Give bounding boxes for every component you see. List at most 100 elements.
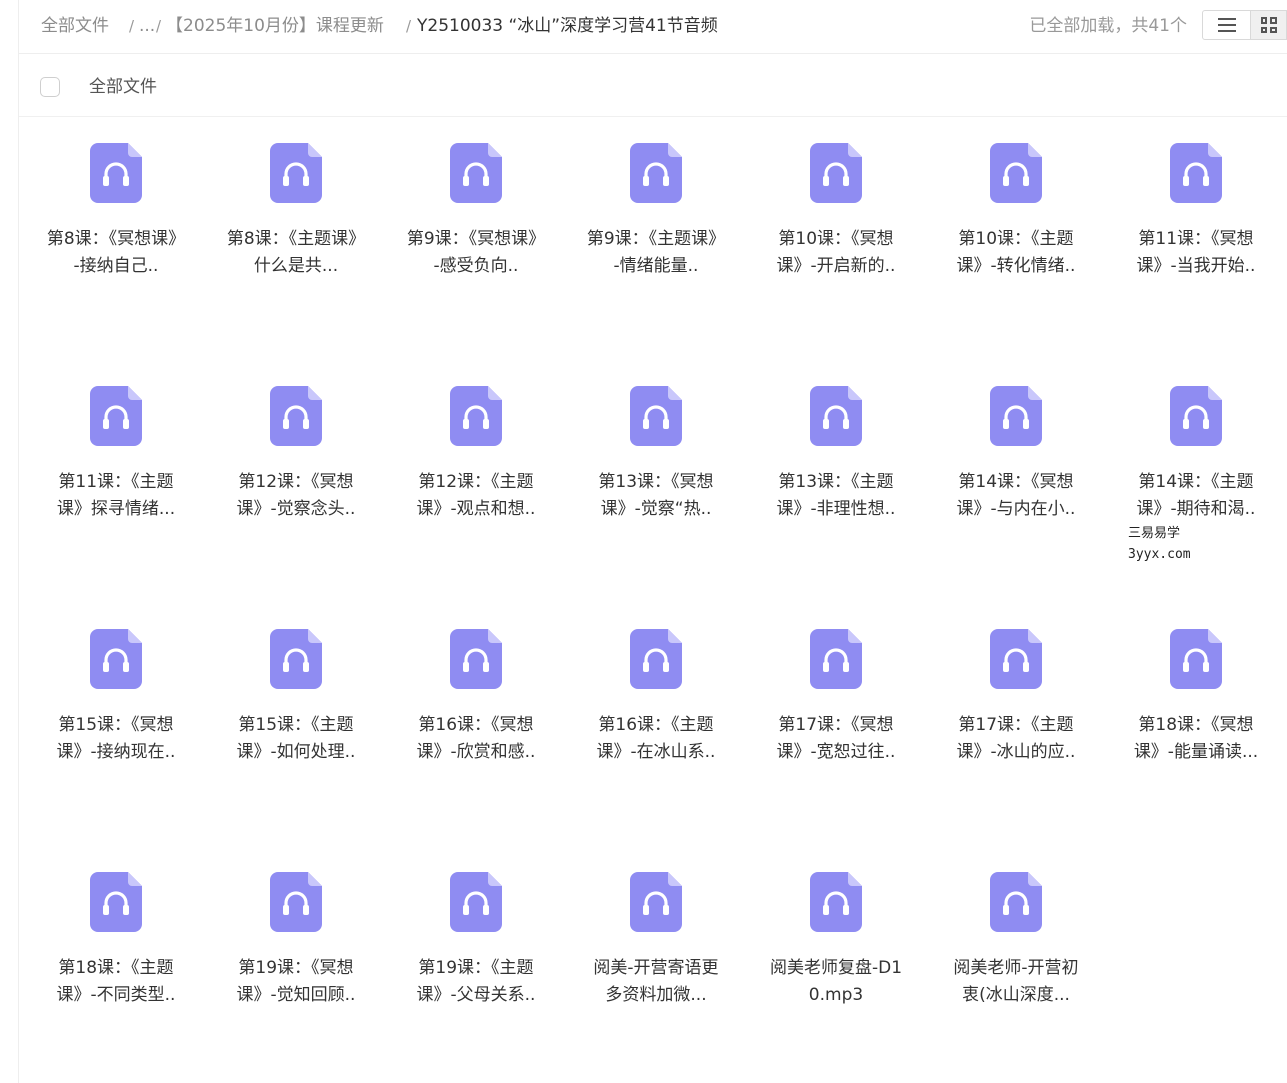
file-item[interactable]: 第10课：《主题课》-转化情绪.. [926,118,1106,318]
file-name: 第15课：《主题课》-如何处理.. [236,715,356,762]
file-item[interactable]: 阅美-开营寄语更多资料加微... [566,847,746,1047]
file-name: 第12课：《冥想课》-觉察念头.. [236,472,356,519]
grid-icon [1260,17,1277,33]
file-name: 第8课：《冥想课》-接纳自己.. [46,229,186,276]
file-name: 第12课：《主题课》-观点和想.. [416,472,536,519]
list-view-button[interactable] [1203,11,1251,39]
file-item[interactable]: 第19课：《冥想课》-觉知回顾.. [206,847,386,1047]
audio-file-icon [630,872,682,932]
file-item[interactable]: 第15课：《主题课》-如何处理.. [206,604,386,804]
breadcrumb-separator: / [406,17,412,35]
file-item[interactable]: 第16课：《主题课》-在冰山系.. [566,604,746,804]
file-item[interactable]: 第11课：《主题课》探寻情绪... [26,361,206,561]
file-name: 第9课：《冥想课》-感受负向.. [406,229,546,276]
audio-file-icon [270,143,322,203]
audio-file-icon [90,629,142,689]
breadcrumb-parent[interactable]: 【2025年10月份】课程更新 [166,14,384,38]
file-name: 第14课：《主题课》-期待和渴.. [1136,472,1256,519]
audio-file-icon [270,629,322,689]
file-name: 第13课：《冥想课》-觉察“热.. [598,472,714,519]
file-item[interactable]: 第18课：《冥想课》-能量诵读... [1106,604,1286,804]
file-name: 第15课：《冥想课》-接纳现在.. [56,715,176,762]
file-name: 阅美老师-开营初衷(冰山深度... [953,958,1079,1005]
file-name: 第13课：《主题课》-非理性想.. [776,472,896,519]
view-toggle [1202,10,1287,40]
file-name: 第19课：《冥想课》-觉知回顾.. [236,958,356,1005]
audio-file-icon [1170,629,1222,689]
file-item[interactable]: 第12课：《冥想课》-觉察念头.. [206,361,386,561]
file-name: 第8课：《主题课》什么是共... [226,229,366,276]
audio-file-icon [450,143,502,203]
file-item[interactable]: 第13课：《冥想课》-觉察“热.. [566,361,746,561]
audio-file-icon [990,629,1042,689]
file-name: 第11课：《主题课》探寻情绪... [56,472,176,519]
file-name: 第11课：《冥想课》-当我开始.. [1136,229,1256,276]
audio-file-icon [990,386,1042,446]
list-header-label: 全部文件 [89,77,157,97]
toolbar: 全部文件 / ... / 【2025年10月份】课程更新 / Y2510033 … [19,0,1287,54]
file-name: 第17课：《冥想课》-宽恕过往.. [776,715,896,762]
file-item[interactable]: 第10课：《冥想课》-开启新的.. [746,118,926,318]
watermark: 三易易学 3yyx.com [1128,523,1191,565]
audio-file-icon [270,386,322,446]
audio-file-icon [810,629,862,689]
left-border [18,0,19,1083]
file-item[interactable]: 第8课：《冥想课》-接纳自己.. [26,118,206,318]
audio-file-icon [810,143,862,203]
breadcrumb-separator: / [129,17,135,35]
file-name: 第18课：《冥想课》-能量诵读... [1133,715,1259,762]
file-name: 第19课：《主题课》-父母关系.. [416,958,536,1005]
file-item[interactable]: 第17课：《主题课》-冰山的应.. [926,604,1106,804]
file-item[interactable]: 第13课：《主题课》-非理性想.. [746,361,926,561]
file-item[interactable]: 第9课：《主题课》-情绪能量.. [566,118,746,318]
file-item[interactable]: 第18课：《主题课》-不同类型.. [26,847,206,1047]
audio-file-icon [630,386,682,446]
watermark-line2: 3yyx.com [1128,547,1191,562]
breadcrumb-ellipsis[interactable]: ... [139,14,155,38]
file-item[interactable]: 第17课：《冥想课》-宽恕过往.. [746,604,926,804]
file-item[interactable]: 第11课：《冥想课》-当我开始.. [1106,118,1286,318]
grid-view-button[interactable] [1251,11,1286,39]
audio-file-icon [1170,386,1222,446]
audio-file-icon [450,629,502,689]
file-name: 第10课：《主题课》-转化情绪.. [956,229,1076,276]
audio-file-icon [90,872,142,932]
select-all-checkbox[interactable] [40,77,60,97]
file-name: 阅美-开营寄语更多资料加微... [593,958,719,1005]
file-item[interactable]: 阅美老师复盘-D10.mp3 [746,847,926,1047]
file-item[interactable]: 第14课：《冥想课》-与内在小.. [926,361,1106,561]
audio-file-icon [990,143,1042,203]
file-name: 第10课：《冥想课》-开启新的.. [776,229,896,276]
list-icon [1217,18,1236,32]
audio-file-icon [990,872,1042,932]
file-item[interactable]: 第19课：《主题课》-父母关系.. [386,847,566,1047]
file-name: 第17课：《主题课》-冰山的应.. [956,715,1076,762]
breadcrumb-current: Y2510033 “冰山”深度学习营41节音频 [417,16,718,36]
audio-file-icon [810,872,862,932]
audio-file-icon [270,872,322,932]
file-item[interactable]: 第9课：《冥想课》-感受负向.. [386,118,566,318]
file-item[interactable]: 阅美老师-开营初衷(冰山深度... [926,847,1106,1047]
file-item[interactable]: 第8课：《主题课》什么是共... [206,118,386,318]
file-name: 第16课：《冥想课》-欣赏和感.. [416,715,536,762]
file-item[interactable]: 第15课：《冥想课》-接纳现在.. [26,604,206,804]
file-name: 第9课：《主题课》-情绪能量.. [586,229,726,276]
audio-file-icon [90,386,142,446]
audio-file-icon [630,629,682,689]
audio-file-icon [90,143,142,203]
watermark-line1: 三易易学 [1128,526,1181,541]
audio-file-icon [1170,143,1222,203]
loaded-count-status: 已全部加载，共41个 [1029,16,1187,36]
breadcrumb-root[interactable]: 全部文件 [41,14,109,38]
file-item[interactable]: 第12课：《主题课》-观点和想.. [386,361,566,561]
file-list-header: 全部文件 [19,55,1287,117]
audio-file-icon [630,143,682,203]
audio-file-icon [450,872,502,932]
file-name: 第14课：《冥想课》-与内在小.. [956,472,1076,519]
file-name: 第16课：《主题课》-在冰山系.. [596,715,716,762]
file-item[interactable]: 第16课：《冥想课》-欣赏和感.. [386,604,566,804]
audio-file-icon [810,386,862,446]
file-name: 阅美老师复盘-D10.mp3 [769,958,903,1005]
breadcrumb-separator: / [156,17,162,35]
file-name: 第18课：《主题课》-不同类型.. [56,958,176,1005]
